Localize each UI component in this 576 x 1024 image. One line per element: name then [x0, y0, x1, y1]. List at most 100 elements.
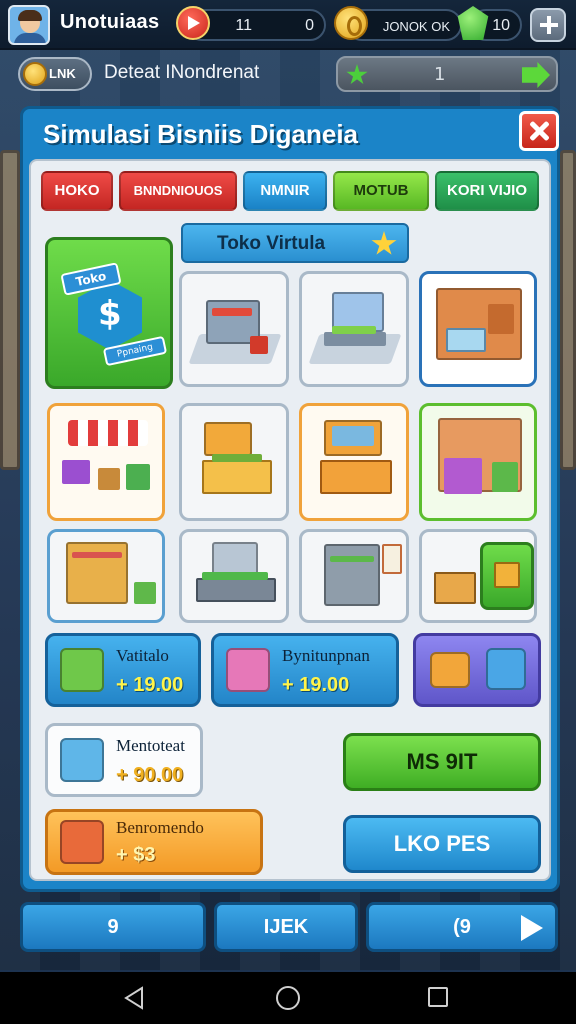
play-arrow-icon: [521, 915, 543, 941]
nav-center-button[interactable]: IJEK: [214, 902, 358, 952]
background-shelf-left: [0, 150, 20, 470]
store-tile-metal-shelf[interactable]: [299, 529, 409, 623]
card-price: + 19.00: [116, 674, 184, 696]
back-triangle-icon[interactable]: [122, 986, 146, 1010]
background-shelf-right: [560, 150, 576, 470]
quest-description: Deteat INondrenat: [104, 62, 260, 83]
purple-counter-icon: [444, 458, 482, 494]
quest-progress[interactable]: 1: [336, 56, 558, 92]
player-name: Unotuiaas: [60, 11, 160, 33]
quest-progress-value: 1: [434, 64, 446, 85]
yellow-counter-icon: [202, 460, 272, 494]
card-name: Vatitalo: [116, 646, 169, 665]
store-tile-bookshelf[interactable]: [47, 529, 165, 623]
card-benromendo[interactable]: Benromendo + $3: [45, 809, 263, 875]
forward-arrow-icon: [522, 62, 550, 88]
quest-coin-icon: [23, 62, 47, 86]
box-icon: [494, 562, 520, 588]
awning-icon: [68, 420, 148, 446]
panel-title: Simulasi Bisniis Diganeia: [43, 119, 358, 149]
resource-gem-value: 10: [492, 17, 510, 34]
shop-badge[interactable]: $ Toko Ppnaing: [45, 237, 173, 389]
desk-icon: [196, 578, 276, 602]
tab-nmnir[interactable]: NMNIR: [243, 171, 327, 211]
menu-board-icon: [204, 422, 252, 456]
product-row-icon: [212, 308, 252, 316]
crate-icon: [250, 336, 268, 354]
tab-bnndniouos[interactable]: BNNDNIOUOS: [119, 171, 237, 211]
store-tile-green-room[interactable]: [419, 403, 537, 521]
books-icon: [72, 552, 122, 558]
add-currency-button[interactable]: [530, 8, 566, 42]
store-tile-yellow-counter[interactable]: [179, 403, 289, 521]
section-title-label: Toko Virtula: [217, 233, 326, 254]
produce-box-icon: [62, 460, 90, 484]
card-mentoteat[interactable]: Mentoteat + 90.00: [45, 723, 203, 797]
blue-box-icon: [486, 648, 526, 690]
resource-red-value: 11: [235, 17, 252, 34]
avatar-body: [14, 33, 46, 43]
quest-badge-label: LNK: [49, 66, 76, 81]
basket-icon: [434, 572, 476, 604]
card-price: + $3: [116, 844, 156, 866]
tab-hoko[interactable]: HOKO: [41, 171, 113, 211]
recent-square-icon[interactable]: [428, 987, 448, 1007]
tab-motub[interactable]: MOTUB: [333, 171, 429, 211]
nav-right-button[interactable]: (9: [366, 902, 558, 952]
primary-action-button[interactable]: MS 9IT: [343, 733, 541, 791]
close-button[interactable]: [519, 111, 559, 151]
ruby-coin-icon: [176, 6, 210, 40]
green-shelf-icon: [492, 462, 518, 492]
goods-icon: [212, 454, 262, 462]
tab-kori-vijio[interactable]: KORI VIJIO: [435, 171, 539, 211]
store-tile-shelf-counter[interactable]: [179, 271, 289, 387]
store-tile-market-stall[interactable]: [47, 403, 165, 521]
metal-shelf-icon: [324, 544, 380, 606]
star-icon: [346, 64, 368, 85]
top-bar: Unotuiaas 11 0 JONOK OK 10: [0, 0, 576, 50]
plant-box-icon: [134, 582, 156, 604]
player-avatar[interactable]: [8, 5, 50, 45]
basket-icon: [60, 738, 104, 782]
card-vatitalo[interactable]: Vatitalo + 19.00: [45, 633, 201, 707]
dollar-icon: $: [98, 294, 122, 334]
avatar-hair: [18, 10, 42, 21]
card-price: + 90.00: [116, 764, 184, 786]
store-tile-display-stand[interactable]: [299, 271, 409, 387]
poster-icon: [382, 544, 402, 574]
store-tile-desk[interactable]: [179, 529, 289, 623]
store-tile-room[interactable]: [419, 271, 537, 387]
card-name: Mentoteat: [116, 736, 185, 755]
green-crate-icon: [126, 464, 150, 490]
card-bynitunpnan[interactable]: Bynitunpnan + 19.00: [211, 633, 399, 707]
quest-badge[interactable]: LNK: [18, 57, 92, 91]
secondary-action-button[interactable]: LKO PES: [343, 815, 541, 873]
nav-right-label: (9: [453, 916, 471, 938]
store-tile-orange-kiosk[interactable]: [299, 403, 409, 521]
board-icon: [212, 542, 258, 576]
card-name: Benromendo: [116, 818, 204, 837]
resource-gold-left-value: 0: [305, 17, 314, 34]
cabinet-icon: [488, 304, 514, 334]
card-name: Bynitunpnan: [282, 646, 370, 665]
gift-box-icon: [60, 820, 104, 864]
stool-icon: [98, 468, 120, 490]
screen-icon: [332, 426, 374, 446]
card-price: + 19.00: [282, 674, 350, 696]
home-circle-icon[interactable]: [276, 986, 300, 1010]
star-badge-icon: [371, 231, 397, 255]
produce-icon: [332, 326, 376, 334]
section-title: Toko Virtula: [181, 223, 409, 263]
system-navigation-bar: [0, 972, 576, 1024]
card-storage[interactable]: [413, 633, 541, 707]
resource-gold-value: JONOK OK: [382, 19, 450, 34]
gold-coin-icon: [334, 6, 368, 40]
business-simulation-panel: Simulasi Bisniis Diganeia HOKO BNNDNIOUO…: [20, 106, 560, 892]
nav-left-button[interactable]: 9: [20, 902, 206, 952]
goods-icon: [202, 572, 268, 580]
pink-box-icon: [226, 648, 270, 692]
product-row-icon: [330, 556, 374, 562]
store-tile-basket[interactable]: [419, 529, 537, 623]
kiosk-counter-icon: [320, 460, 392, 494]
glass-counter-icon: [446, 328, 486, 352]
